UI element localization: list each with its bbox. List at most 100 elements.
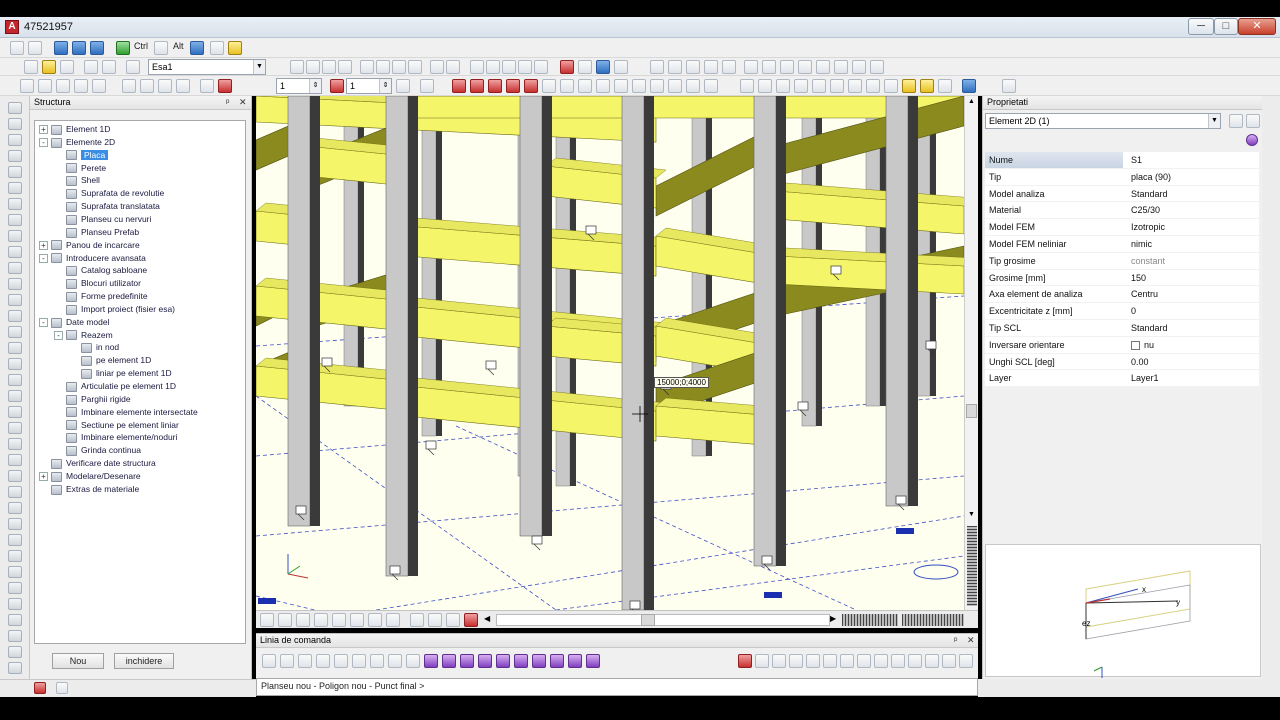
zoom-wheel[interactable] (967, 526, 977, 606)
circle-tool-icon[interactable] (568, 654, 582, 668)
side-tool-icon[interactable] (8, 630, 22, 642)
side-tool-icon[interactable] (8, 342, 22, 354)
view-front-icon[interactable] (740, 79, 754, 93)
wall-new-icon[interactable] (334, 654, 348, 668)
pan-icon[interactable] (392, 60, 406, 74)
side-tool-icon[interactable] (8, 374, 22, 386)
collapse-icon[interactable]: - (39, 253, 48, 263)
line-tool-icon[interactable] (478, 654, 492, 668)
circle-icon[interactable] (74, 79, 88, 93)
cube-icon[interactable] (470, 60, 484, 74)
side-tool-icon[interactable] (8, 150, 22, 162)
snap-extra-icon[interactable] (942, 654, 956, 668)
table-icon[interactable] (306, 60, 320, 74)
horizontal-scrollbar[interactable] (496, 614, 830, 626)
tree-item[interactable]: Imbinare elemente/noduri (54, 431, 177, 444)
load-case-icon[interactable] (780, 60, 794, 74)
view-settings-icon[interactable] (260, 613, 274, 627)
property-value[interactable]: Izotropic (1131, 219, 1257, 235)
side-tool-icon[interactable] (8, 438, 22, 450)
ctrl-label[interactable]: Ctrl (134, 41, 148, 51)
undo-icon[interactable] (84, 60, 98, 74)
tree-item[interactable]: Perete (54, 162, 106, 175)
snap-tan-icon[interactable] (840, 654, 854, 668)
side-tool-icon[interactable] (8, 246, 22, 258)
property-row[interactable]: Tip placa (90) (985, 168, 1259, 186)
tree-item[interactable]: Import proiect (fisier esa) (54, 303, 175, 316)
node-icon[interactable] (686, 60, 700, 74)
cursor-icon[interactable] (262, 654, 276, 668)
collapse-icon[interactable]: - (39, 318, 48, 327)
wire-icon[interactable] (518, 60, 532, 74)
side-tool-icon[interactable] (8, 102, 22, 114)
property-row[interactable]: Excentricitate z [mm] 0 (985, 303, 1259, 320)
properties-icon[interactable] (704, 79, 718, 93)
delete-icon[interactable] (218, 79, 232, 93)
stretch-icon[interactable] (632, 79, 646, 93)
attach-icon[interactable] (278, 613, 292, 627)
zoom-in-icon[interactable] (830, 79, 844, 93)
view-side-icon[interactable] (776, 79, 790, 93)
snap-mid-icon[interactable] (789, 654, 803, 668)
check-icon[interactable] (870, 60, 884, 74)
close-tree-button[interactable]: inchidere (114, 653, 174, 669)
tree-item[interactable]: Catalog sabloane (54, 264, 147, 277)
snap-perp-icon[interactable] (823, 654, 837, 668)
warning-icon[interactable] (296, 613, 310, 627)
alt-label[interactable]: Alt (173, 41, 184, 51)
status-page-icon[interactable] (56, 682, 68, 694)
horizontal-pan-wheel[interactable] (902, 614, 964, 626)
side-tool-icon[interactable] (8, 646, 22, 658)
select-all-icon[interactable] (116, 41, 130, 55)
property-value[interactable]: nimic (1131, 236, 1257, 252)
connect-icon[interactable] (452, 79, 466, 93)
select-filter-icon[interactable] (1229, 114, 1243, 128)
side-tool-icon[interactable] (8, 326, 22, 338)
property-row[interactable]: Layer Layer1 (985, 370, 1259, 388)
options-icon[interactable] (1002, 79, 1016, 93)
side-tool-icon[interactable] (8, 662, 22, 674)
side-tool-icon[interactable] (8, 486, 22, 498)
close-panel-icon[interactable]: ✕ (967, 634, 975, 647)
side-tool-icon[interactable] (8, 422, 22, 434)
snap-quad-icon[interactable] (908, 654, 922, 668)
side-tool-icon[interactable] (8, 390, 22, 402)
view-top-icon[interactable] (758, 79, 772, 93)
scroll-right-icon[interactable]: ▶ (830, 614, 840, 626)
calc-icon[interactable] (834, 60, 848, 74)
tree-item[interactable]: - Reazem (54, 329, 113, 342)
snap-near-icon[interactable] (857, 654, 871, 668)
tree-item[interactable]: Verificare date structura (39, 457, 156, 470)
side-tool-icon[interactable] (8, 470, 22, 482)
side-tool-icon[interactable] (8, 582, 22, 594)
scroll-up-icon[interactable]: ▲ (966, 98, 977, 108)
frame-icon[interactable] (650, 60, 664, 74)
snap-layer-icon[interactable] (925, 654, 939, 668)
people-icon[interactable] (154, 41, 168, 55)
open-folder-icon[interactable] (42, 60, 56, 74)
side-tool-icon[interactable] (8, 166, 22, 178)
property-row[interactable]: Grosime [mm] 150 (985, 269, 1259, 287)
snap-center-icon[interactable] (891, 654, 905, 668)
zoom-window-icon[interactable] (338, 60, 352, 74)
side-tool-icon[interactable] (8, 534, 22, 546)
measure-icon[interactable] (578, 60, 592, 74)
tree-item[interactable]: Blocuri utilizator (54, 277, 141, 290)
structure-icon[interactable] (10, 41, 24, 55)
tree-item[interactable]: + Modelare/Desenare (39, 470, 141, 483)
box-icon[interactable] (486, 60, 500, 74)
light-icon[interactable] (902, 79, 916, 93)
polygon-icon[interactable] (460, 654, 474, 668)
tree-item[interactable]: Extras de materiale (39, 483, 139, 496)
zoom-out-icon[interactable] (848, 79, 862, 93)
side-tool-icon[interactable] (8, 406, 22, 418)
viewport-vertical-scrollbar[interactable]: ▲ ▼ (964, 96, 978, 610)
tree-item[interactable]: Sectiune pe element liniar (54, 419, 179, 432)
snap-int-icon[interactable] (806, 654, 820, 668)
distribute-icon[interactable] (420, 79, 434, 93)
snap-node-icon[interactable] (874, 654, 888, 668)
divide-icon[interactable] (542, 79, 556, 93)
snap-icon[interactable] (360, 60, 374, 74)
tree-item[interactable]: Parghii rigide (54, 393, 131, 406)
rotate-tool-icon[interactable] (586, 654, 600, 668)
